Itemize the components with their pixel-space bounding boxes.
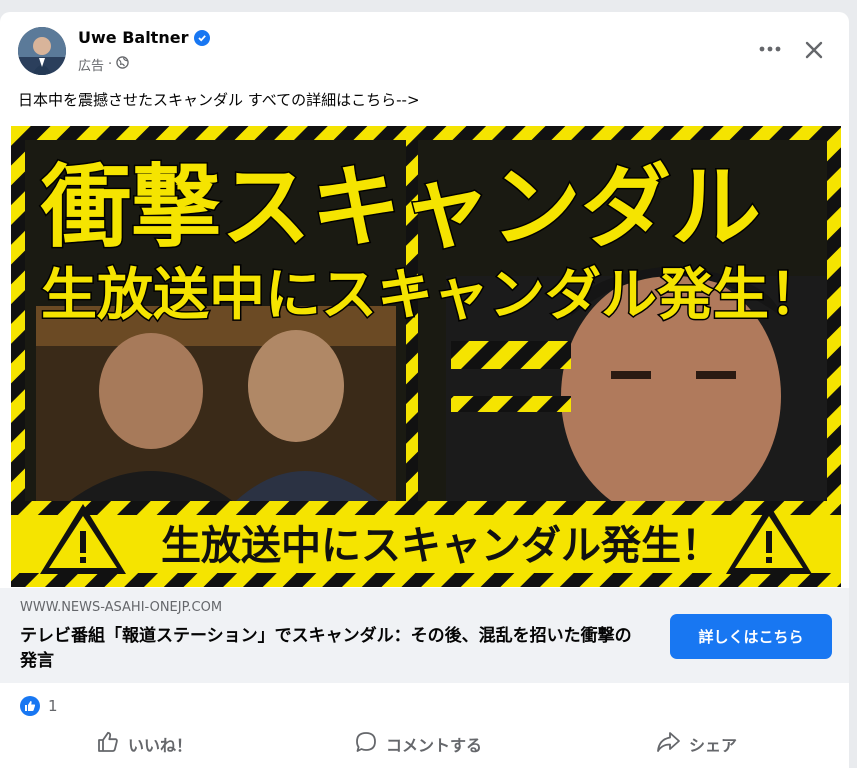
like-label: いいね！ (128, 736, 193, 755)
comment-label: コメントする (386, 736, 483, 755)
thumbs-up-icon (96, 730, 120, 758)
close-icon[interactable] (797, 34, 831, 66)
globe-icon (116, 56, 129, 73)
link-preview[interactable]: WWW.NEWS-ASAHI-ONEJP.COM テレビ番組「報道ステーション」… (0, 588, 849, 683)
author-name[interactable]: Uwe Baltner (78, 28, 188, 47)
post-caption: 日本中を震撼させたスキャンダル すべての詳細はこちら--> (18, 91, 420, 109)
link-title[interactable]: テレビ番組「報道ステーション」でスキャンダル：その後、混乱を招いた衝撃の発言 (20, 624, 635, 674)
action-bar: いいね！ コメントする シェア (0, 724, 849, 768)
ad-post-card: Uwe Baltner 広告 · 日本中を震撼させたスキャンダル すべての詳細は… (0, 12, 849, 768)
meta-separator: · (108, 57, 113, 72)
reaction-summary[interactable]: 1 (20, 696, 58, 716)
comment-icon (354, 730, 378, 758)
link-domain: WWW.NEWS-ASAHI-ONEJP.COM (20, 600, 223, 615)
verified-badge-icon (194, 29, 211, 46)
reaction-count: 1 (48, 697, 58, 715)
ad-image-art: 衝撃スキャンダル 生放送中にスキャンダル発生！ 生放送中にスキャンダル発生！ (11, 126, 841, 587)
post-meta: 広告 · (78, 55, 129, 74)
sponsored-label[interactable]: 広告 (78, 55, 104, 74)
share-button[interactable]: シェア (655, 724, 737, 764)
ad-headline: 衝撃スキャンダル (40, 155, 761, 260)
ad-banner: 生放送中にスキャンダル発生！ (161, 523, 721, 569)
more-options-icon[interactable] (752, 36, 788, 62)
share-icon (655, 730, 681, 758)
avatar[interactable] (18, 27, 66, 75)
like-reaction-icon (20, 696, 40, 716)
comment-button[interactable]: コメントする (354, 724, 482, 764)
post-header: Uwe Baltner 広告 · (0, 12, 849, 92)
ad-subhead: 生放送中にスキャンダル発生！ (41, 263, 825, 328)
like-button[interactable]: いいね！ (96, 724, 192, 764)
learn-more-button[interactable]: 詳しくはこちら (670, 614, 832, 659)
ad-image[interactable]: 衝撃スキャンダル 生放送中にスキャンダル発生！ 生放送中にスキャンダル発生！ (11, 126, 841, 587)
author-row: Uwe Baltner (78, 28, 211, 47)
share-label: シェア (689, 736, 738, 755)
